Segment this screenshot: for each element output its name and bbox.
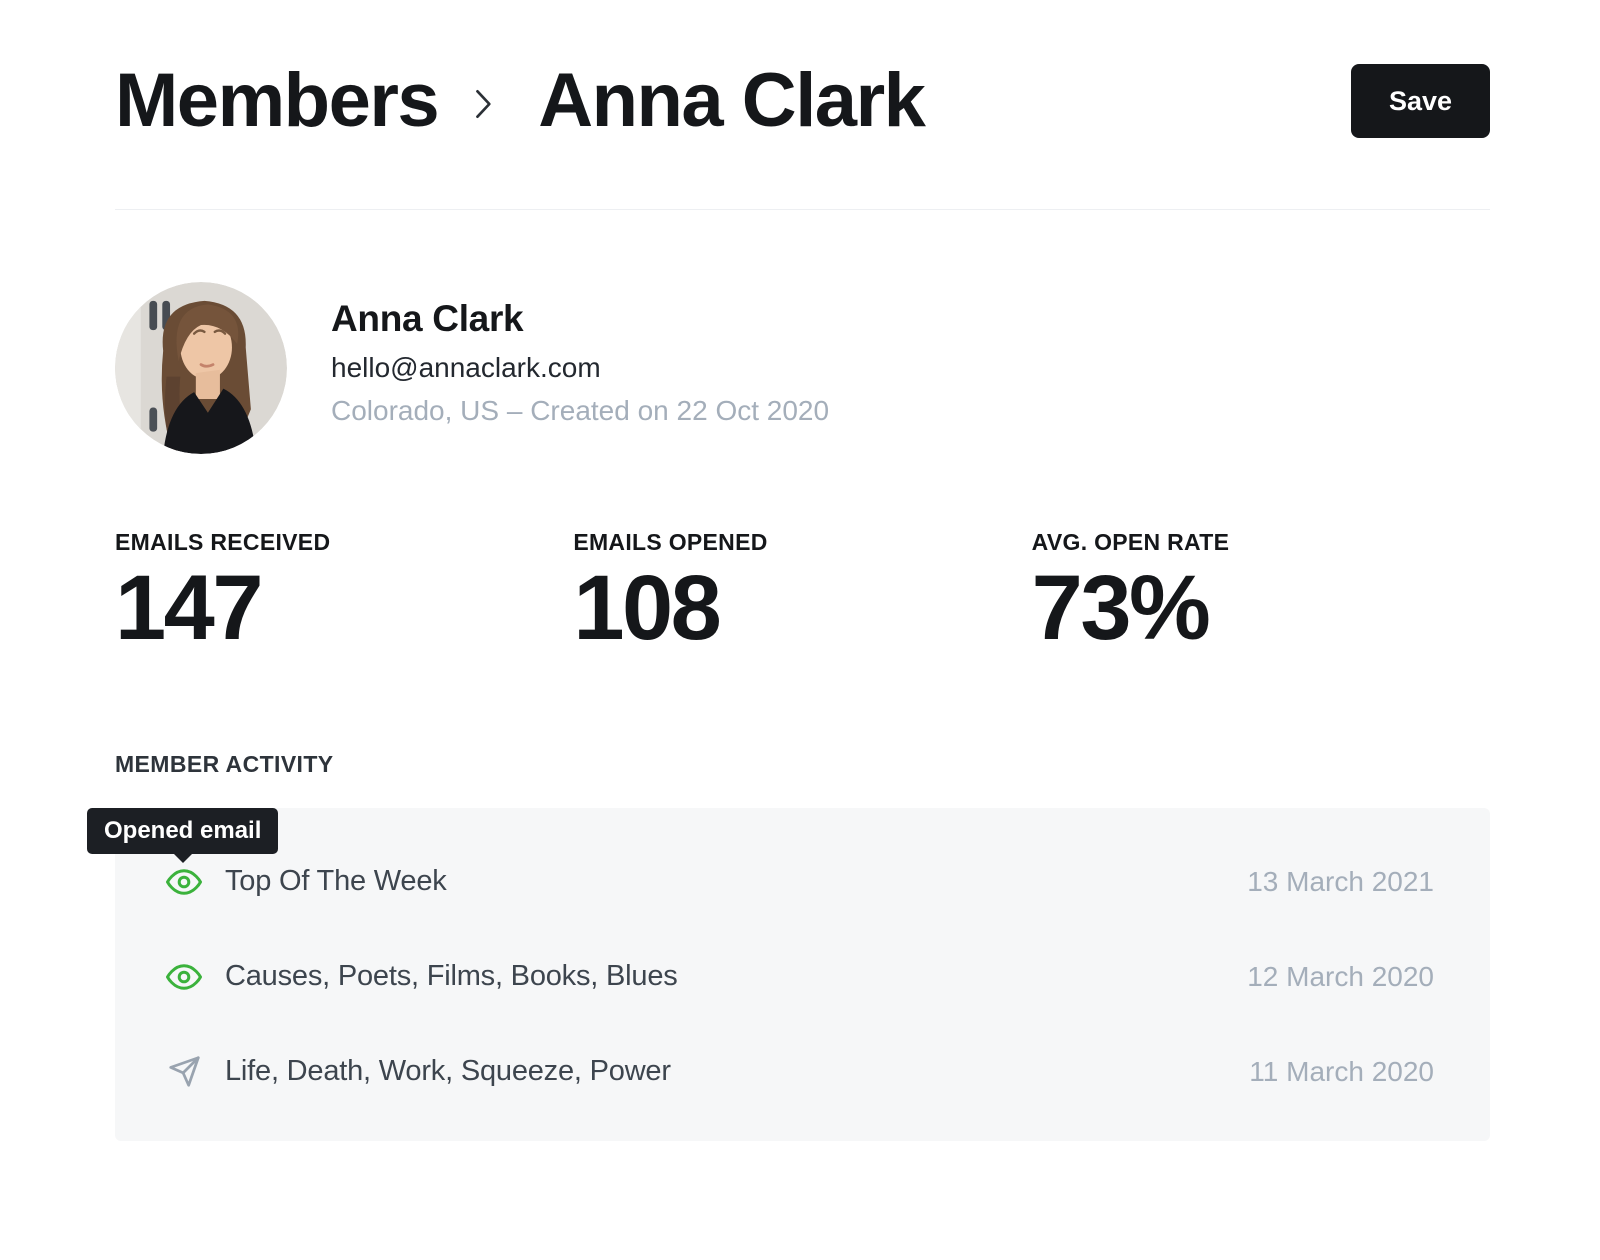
sent-email-plane-icon (165, 1053, 203, 1091)
stat-emails-received: EMAILS RECEIVED 147 (115, 530, 573, 658)
activity-row[interactable]: Life, Death, Work, Squeeze, Power 11 Mar… (165, 1024, 1434, 1119)
avatar (115, 282, 287, 454)
activity-row[interactable]: Top Of The Week 13 March 2021 (165, 834, 1434, 929)
stat-emails-opened: EMAILS OPENED 108 (573, 530, 1031, 658)
activity-title: Top Of The Week (225, 865, 1225, 898)
header-divider (115, 209, 1490, 210)
stat-value: 108 (573, 558, 1031, 658)
stat-value: 73% (1032, 558, 1490, 658)
member-activity-panel: Opened email Top Of The Week 13 March 20… (115, 808, 1490, 1141)
breadcrumb-chevron-icon (464, 73, 502, 129)
activity-date: 12 March 2020 (1247, 961, 1434, 993)
member-profile: Anna Clark hello@annaclark.com Colorado,… (115, 282, 1490, 454)
member-detail-page: Members Anna Clark Save (115, 0, 1490, 1141)
stat-label: EMAILS RECEIVED (115, 530, 573, 554)
activity-title: Life, Death, Work, Squeeze, Power (225, 1055, 1227, 1088)
stat-value: 147 (115, 558, 573, 658)
activity-row[interactable]: Causes, Poets, Films, Books, Blues 12 Ma… (165, 929, 1434, 1024)
opened-email-tooltip: Opened email (87, 808, 278, 854)
stat-label: EMAILS OPENED (573, 530, 1031, 554)
save-button[interactable]: Save (1351, 64, 1490, 138)
activity-date: 13 March 2021 (1247, 866, 1434, 898)
profile-info: Anna Clark hello@annaclark.com Colorado,… (331, 282, 829, 454)
stat-avg-open-rate: AVG. OPEN RATE 73% (1032, 530, 1490, 658)
member-email: hello@annaclark.com (331, 352, 829, 384)
page-header: Members Anna Clark Save (115, 0, 1490, 140)
page-title: Anna Clark (538, 62, 924, 140)
member-stats: EMAILS RECEIVED 147 EMAILS OPENED 108 AV… (115, 530, 1490, 658)
member-location-created: Colorado, US – Created on 22 Oct 2020 (331, 395, 829, 427)
stat-label: AVG. OPEN RATE (1032, 530, 1490, 554)
opened-email-eye-icon (165, 958, 203, 996)
member-activity-heading: MEMBER ACTIVITY (115, 750, 1490, 778)
activity-title: Causes, Poets, Films, Books, Blues (225, 960, 1225, 993)
breadcrumb-members-link[interactable]: Members (115, 62, 438, 140)
member-name: Anna Clark (331, 298, 829, 340)
breadcrumb: Members Anna Clark (115, 62, 924, 140)
activity-date: 11 March 2020 (1249, 1056, 1434, 1088)
